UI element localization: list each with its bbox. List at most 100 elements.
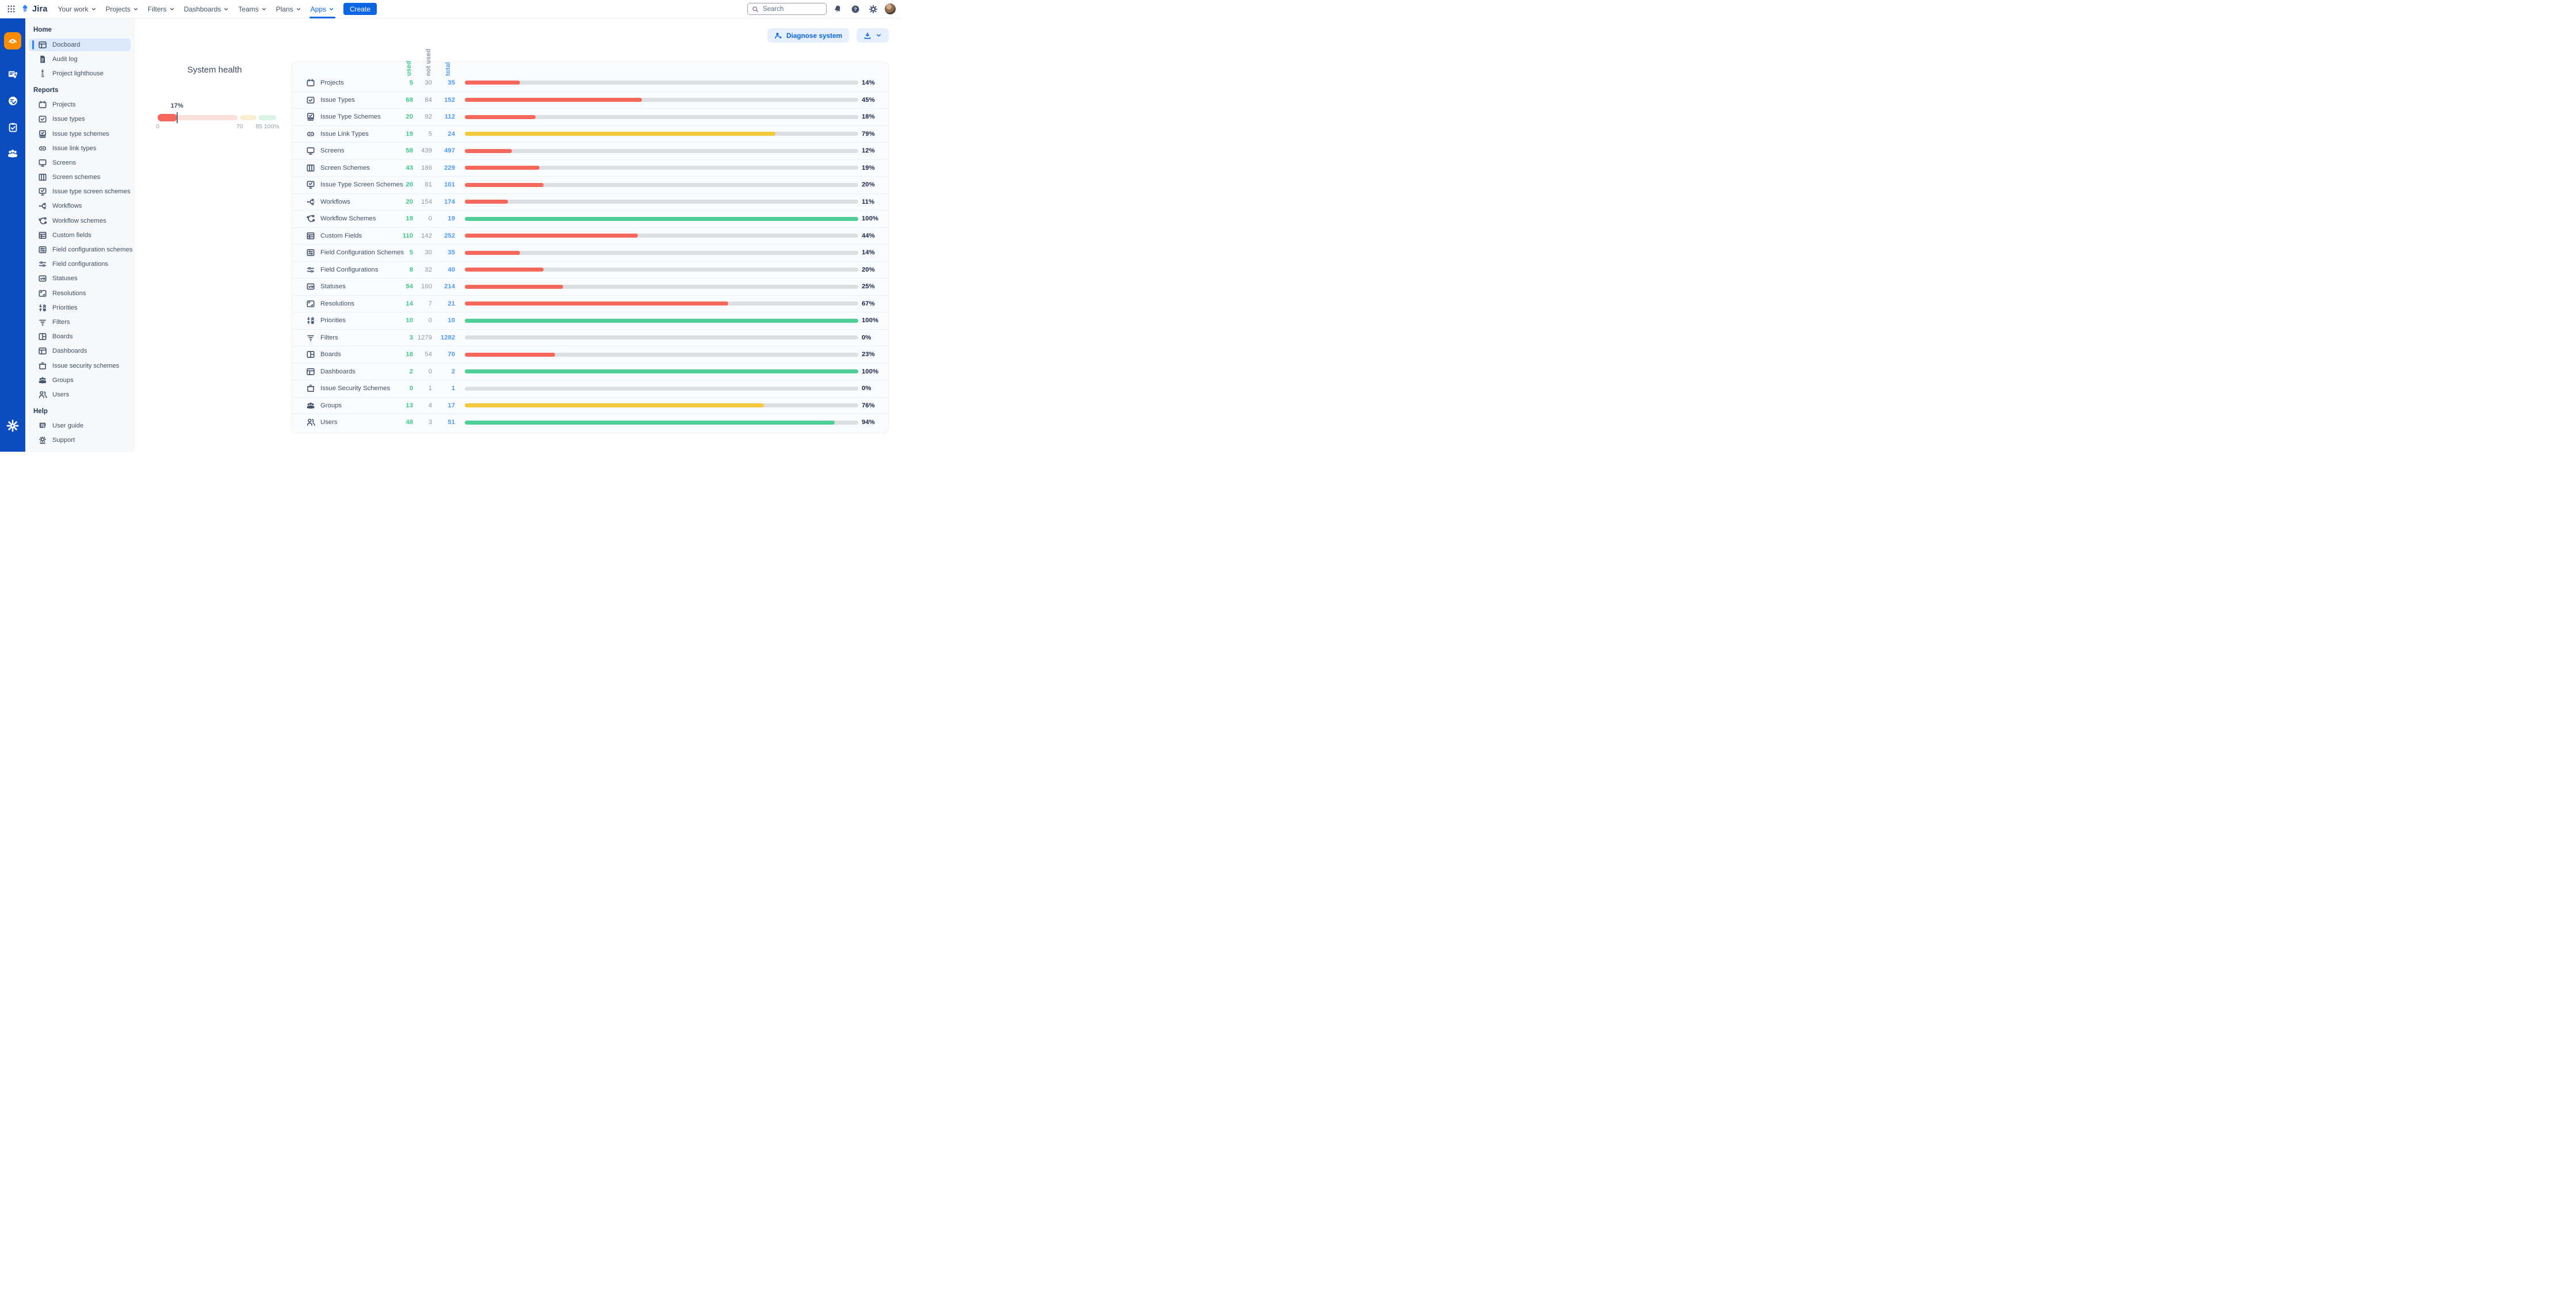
table-row-projects[interactable]: Projects 5 30 35 14%: [292, 74, 888, 91]
sidebar-item-projects[interactable]: Projects: [25, 98, 133, 112]
sidebar-item-resolutions[interactable]: Resolutions: [25, 286, 133, 300]
security-icon: [38, 361, 47, 371]
dashboard-icon: [38, 346, 47, 356]
rail-item-card-flow[interactable]: [4, 66, 21, 83]
rail-item-people[interactable]: [4, 145, 21, 162]
sidebar-item-users[interactable]: Users: [25, 387, 133, 402]
table-row-screen-schemes[interactable]: Screen Schemes 43 186 229 19%: [292, 159, 888, 177]
sidebar-item-audit-log[interactable]: Audit log: [25, 52, 133, 66]
create-button[interactable]: Create: [343, 3, 377, 15]
app-switcher-icon[interactable]: [5, 2, 18, 16]
row-not-used-count: 30: [413, 249, 432, 256]
row-usage-bar: [465, 301, 858, 306]
row-not-used-count: 81: [413, 181, 432, 188]
row-name: Screen Schemes: [320, 165, 396, 171]
nav-menu-your-work[interactable]: Your work: [53, 0, 101, 18]
row-usage-bar-fill: [465, 183, 544, 187]
search-input[interactable]: [762, 5, 819, 13]
row-total-count: 10: [432, 317, 455, 324]
sidebar-item-issue-security-schemes[interactable]: Issue security schemes: [25, 358, 133, 373]
rail-item-docboard-app[interactable]: [4, 32, 21, 49]
sidebar-item-workflows[interactable]: Workflows: [25, 199, 133, 213]
row-usage-bar-fill: [465, 115, 536, 119]
jira-logo[interactable]: Jira: [20, 4, 48, 14]
row-used-count: 2: [396, 368, 413, 375]
gauge-ticks: 07085100%: [158, 122, 278, 130]
row-used-count: 3: [396, 334, 413, 341]
table-row-issue-link-types[interactable]: Issue Link Types 19 5 24 79%: [292, 125, 888, 143]
table-row-filters[interactable]: Filters 3 1279 1282 0%: [292, 329, 888, 346]
sidebar-item-issue-types[interactable]: Issue types: [25, 112, 133, 127]
table-row-issue-type-schemes[interactable]: Issue Type Schemes 20 92 112 18%: [292, 108, 888, 125]
row-name: Custom Fields: [320, 232, 396, 239]
row-name: Groups: [320, 402, 396, 409]
branch-icon: [38, 201, 47, 211]
table-row-priorities[interactable]: Priorities 10 0 10 100%: [292, 312, 888, 329]
nav-menu-apps[interactable]: Apps: [306, 0, 339, 18]
row-usage-bar-fill: [465, 200, 508, 204]
row-total-count: 2: [432, 368, 455, 375]
rail-item-clipboard-check[interactable]: [4, 119, 21, 136]
user-avatar[interactable]: [884, 3, 896, 15]
settings-button[interactable]: [866, 2, 880, 16]
row-usage-bar: [465, 251, 858, 255]
sidebar-item-priorities[interactable]: Priorities: [25, 300, 133, 315]
table-row-custom-fields[interactable]: Custom Fields 110 142 252 44%: [292, 227, 888, 245]
sidebar-item-project-lighthouse[interactable]: Project lighthouse: [25, 66, 133, 81]
table-row-dashboards[interactable]: Dashboards 2 0 2 100%: [292, 363, 888, 380]
chevron-down-icon: [296, 6, 301, 12]
user-guide-icon: [38, 421, 47, 430]
help-button[interactable]: ?: [849, 2, 862, 16]
table-row-resolutions[interactable]: Resolutions 14 7 21 67%: [292, 295, 888, 312]
table-row-statuses[interactable]: Statuses 54 160 214 25%: [292, 278, 888, 295]
nav-menu-filters[interactable]: Filters: [143, 0, 179, 18]
sidebar-item-screen-schemes[interactable]: Screen schemes: [25, 170, 133, 185]
table-row-users[interactable]: Users 48 3 51 94%: [292, 414, 888, 431]
diagnose-system-button[interactable]: Diagnose system: [767, 28, 849, 43]
table-row-workflow-schemes[interactable]: Workflow Schemes 19 0 19 100%: [292, 210, 888, 227]
sidebar-item-custom-fields[interactable]: Custom fields: [25, 228, 133, 242]
sidebar-item-docboard[interactable]: Docboard: [25, 37, 133, 52]
sidebar-item-issue-type-schemes[interactable]: Issue type schemes: [25, 127, 133, 141]
nav-menu-plans[interactable]: Plans: [272, 0, 306, 18]
row-usage-bar: [465, 217, 858, 221]
nav-menu-projects[interactable]: Projects: [101, 0, 143, 18]
table-row-screens[interactable]: Screens 58 439 497 12%: [292, 142, 888, 159]
table-row-issue-type-screen-schemes[interactable]: Issue Type Screen Schemes 20 81 101 20%: [292, 176, 888, 193]
sidebar-item-workflow-schemes[interactable]: Workflow schemes: [25, 213, 133, 228]
table-row-issue-security-schemes[interactable]: Issue Security Schemes 0 1 1 0%: [292, 380, 888, 397]
table-row-field-configurations[interactable]: Field Configurations 8 32 40 20%: [292, 261, 888, 278]
sidebar-item-issue-link-types[interactable]: Issue link types: [25, 141, 133, 155]
table-row-groups[interactable]: Groups 13 4 17 76%: [292, 397, 888, 414]
table-row-issue-types[interactable]: Issue Types 68 84 152 45%: [292, 91, 888, 109]
sidebar-item-dashboards[interactable]: Dashboards: [25, 344, 133, 358]
rail-item-circle-tasks[interactable]: [4, 92, 21, 109]
sidebar-item-filters[interactable]: Filters: [25, 315, 133, 329]
sidebar-item-user-guide[interactable]: User guide: [25, 419, 133, 433]
table-row-field-configuration-schemes[interactable]: Field Configuration Schemes 5 30 35 14%: [292, 244, 888, 261]
nav-menu-dashboards[interactable]: Dashboards: [179, 0, 234, 18]
sidebar-item-support[interactable]: Support: [25, 433, 133, 448]
table-row-workflows[interactable]: Workflows 20 154 174 11%: [292, 193, 888, 211]
sidebar-item-statuses[interactable]: Statuses: [25, 272, 133, 286]
row-total-count: 35: [432, 79, 455, 86]
sidebar-item-field-configuration-schemes[interactable]: Field configuration schemes: [25, 242, 133, 257]
notifications-button[interactable]: [831, 2, 844, 16]
nav-menu-teams[interactable]: Teams: [234, 0, 271, 18]
jira-docboard-screen: Jira Your work Projects Filters Dashboar…: [0, 0, 902, 452]
row-usage-bar: [465, 81, 858, 85]
rail-settings-button[interactable]: [4, 417, 21, 434]
card-flow-icon: [7, 69, 18, 80]
row-used-count: 110: [396, 232, 413, 239]
table-row-boards[interactable]: Boards 16 54 70 23%: [292, 346, 888, 363]
sidebar-item-issue-type-screen-schemes[interactable]: Issue type screen schemes: [25, 185, 133, 199]
sidebar-item-groups[interactable]: Groups: [25, 373, 133, 387]
sidebar-item-boards[interactable]: Boards: [25, 330, 133, 344]
row-usage-bar-fill: [465, 301, 728, 306]
row-usage-percent: 12%: [862, 147, 886, 154]
sidebar-item-screens[interactable]: Screens: [25, 155, 133, 170]
sidebar-item-field-configurations[interactable]: Field configurations: [25, 257, 133, 272]
download-menu-button[interactable]: [857, 28, 889, 43]
calendar-icon: [306, 78, 315, 87]
gauge-tick: 85: [255, 123, 262, 130]
